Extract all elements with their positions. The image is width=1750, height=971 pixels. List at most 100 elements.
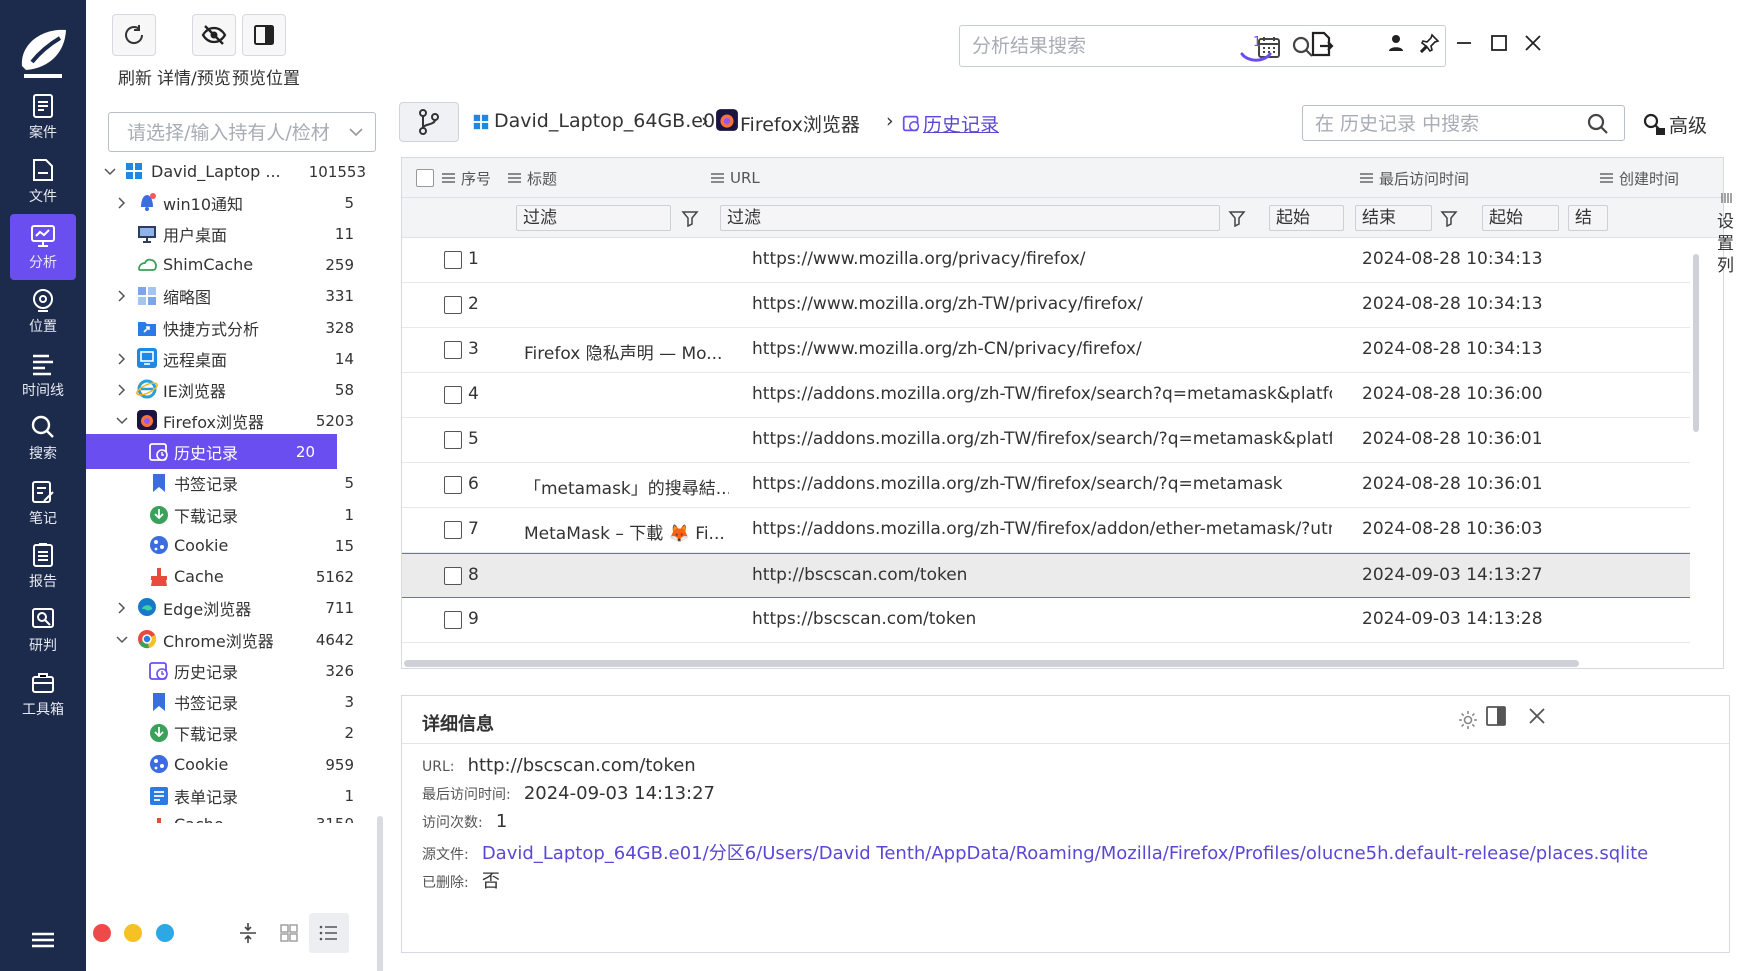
user-icon[interactable] [1383, 30, 1409, 56]
nav-item-timeline[interactable]: 时间线 [10, 342, 76, 408]
preview-position-button[interactable] [242, 14, 286, 56]
status-dot-red[interactable] [93, 924, 111, 942]
created-start-input[interactable] [1482, 205, 1559, 231]
minimize-icon[interactable] [1451, 30, 1477, 56]
source-file-link[interactable]: David_Laptop_64GB.e01/分区6/Users/David Te… [482, 843, 1648, 864]
close-icon[interactable] [1520, 30, 1546, 56]
tree-item-firefox-history[interactable]: 历史记录 20 [86, 434, 337, 469]
status-dot-blue[interactable] [156, 924, 174, 942]
status-dot-yellow[interactable] [124, 924, 142, 942]
menu-icon[interactable] [28, 926, 58, 956]
nav-item-toolbox[interactable]: 工具箱 [10, 661, 76, 727]
table-row[interactable]: 5 https://addons.mozilla.org/zh-TW/firef… [402, 418, 1690, 463]
tree-item-firefox[interactable]: Firefox浏览器 5203 [86, 403, 376, 438]
table-row[interactable]: 3 Firefox 隐私声明 — Mo... https://www.mozil… [402, 328, 1690, 373]
nav-item-analysis[interactable]: 分析 [10, 214, 76, 280]
column-header-url[interactable]: URL [711, 158, 760, 198]
column-header-title[interactable]: 标题 [508, 158, 557, 198]
column-header-created[interactable]: 创建时间 [1600, 158, 1679, 198]
tree-item-device[interactable]: David_Laptop ... 101553 [86, 154, 376, 189]
nav-item-file[interactable]: 文件 [10, 148, 76, 214]
tree-item-chrome-cookie[interactable]: Cookie 959 [86, 747, 376, 782]
tree-item-firefox-bookmarks[interactable]: 书签记录 5 [86, 465, 376, 500]
table-row[interactable]: 6 「metamask」的搜尋結... https://addons.mozil… [402, 463, 1690, 508]
tree-item-win10-notify[interactable]: win10通知 5 [86, 185, 376, 220]
tree-item-desktop[interactable]: 用户桌面 11 [86, 216, 376, 251]
table-horizontal-scrollbar[interactable] [404, 660, 1579, 667]
table-row-selected[interactable]: 8 http://bscscan.com/token 2024-09-03 14… [402, 553, 1690, 598]
column-header-index[interactable]: 序号 [442, 158, 491, 198]
task-progress-indicator[interactable]: 1 [1232, 28, 1280, 68]
tree-item-thumbnail[interactable]: 缩略图 331 [86, 278, 376, 313]
table-search-input[interactable] [1315, 110, 1565, 138]
tree-item-firefox-cache[interactable]: Cache 5162 [86, 559, 376, 594]
tree-item-shortcut[interactable]: 快捷方式分析 328 [86, 310, 376, 345]
grid-view-icon[interactable] [277, 920, 301, 946]
column-header-last-visit[interactable]: 最后访问时间 [1360, 158, 1469, 198]
tree-item-chrome-history[interactable]: 历史记录 326 [86, 653, 376, 688]
tree-item-chrome-bookmarks[interactable]: 书签记录 3 [86, 684, 376, 719]
nav-item-judge[interactable]: 研判 [10, 597, 76, 663]
table-row[interactable]: 1 https://www.mozilla.org/privacy/firefo… [402, 238, 1690, 283]
pin-icon[interactable] [1417, 30, 1443, 56]
maximize-icon[interactable] [1486, 30, 1512, 56]
tree-item-shimcache[interactable]: ShimCache 259 [86, 247, 376, 282]
tree-item-edge[interactable]: Edge浏览器 711 [86, 590, 376, 625]
table-row[interactable]: 2 https://www.mozilla.org/zh-TW/privacy/… [402, 283, 1690, 328]
tree-item-ie[interactable]: IE浏览器 58 [86, 372, 376, 407]
tree-item-firefox-cookie[interactable]: Cookie 15 [86, 528, 376, 563]
row-checkbox[interactable] [444, 521, 462, 539]
tree-item-chrome[interactable]: Chrome浏览器 4642 [86, 622, 376, 657]
collapse-icon[interactable] [236, 920, 260, 946]
nav-item-search[interactable]: 搜索 [10, 405, 76, 471]
column-settings-tab[interactable]: 设 置 列 [1706, 165, 1750, 315]
search-icon[interactable] [1586, 112, 1610, 136]
close-icon[interactable] [1527, 706, 1547, 726]
row-checkbox[interactable] [444, 567, 462, 585]
breadcrumb-browser[interactable]: Firefox浏览器 [740, 110, 860, 137]
split-panel-icon[interactable] [1485, 705, 1507, 727]
gear-icon[interactable] [1457, 709, 1479, 731]
tree-item-chrome-downloads[interactable]: 下载记录 2 [86, 715, 376, 750]
tree-item-remote-desktop[interactable]: 远程桌面 14 [86, 341, 376, 376]
scrollbar-thumb[interactable] [1693, 254, 1699, 432]
row-checkbox[interactable] [444, 386, 462, 404]
nav-item-report[interactable]: 报告 [10, 533, 76, 599]
owner-select-input[interactable] [127, 119, 342, 147]
nav-item-location[interactable]: 位置 [10, 278, 76, 344]
export-icon[interactable] [1305, 28, 1337, 60]
tree-item-firefox-downloads[interactable]: 下载记录 1 [86, 497, 376, 532]
title-filter-input[interactable] [516, 205, 671, 231]
detail-preview-button[interactable] [192, 14, 236, 56]
nav-item-case[interactable]: 案件 [10, 84, 76, 150]
advanced-search-button[interactable]: 高级 [1642, 108, 1742, 140]
row-checkbox[interactable] [444, 296, 462, 314]
breadcrumb-current[interactable]: 历史记录 [923, 110, 999, 137]
created-end-input[interactable] [1568, 205, 1608, 231]
tree-item-chrome-cache[interactable]: Cache 3150 [86, 809, 376, 823]
row-checkbox[interactable] [444, 341, 462, 359]
row-checkbox[interactable] [444, 251, 462, 269]
table-row[interactable]: 7 MetaMask – 下載 🦊 Fi... https://addons.m… [402, 508, 1690, 553]
breadcrumb-device[interactable]: David_Laptop_64GB.e01 [494, 110, 727, 132]
table-vertical-scrollbar[interactable] [1690, 238, 1702, 668]
list-view-icon[interactable] [309, 913, 349, 953]
filter-icon[interactable] [1440, 209, 1458, 227]
row-checkbox[interactable] [444, 431, 462, 449]
tree-scrollbar[interactable] [377, 816, 383, 971]
filter-icon[interactable] [1228, 209, 1246, 227]
last-visit-start-input[interactable] [1269, 205, 1344, 231]
refresh-button[interactable] [112, 14, 156, 56]
table-row[interactable]: 9 https://bscscan.com/token 2024-09-03 1… [402, 598, 1690, 643]
branch-button[interactable] [399, 102, 459, 142]
result-search-input[interactable] [972, 32, 1272, 60]
filter-icon[interactable] [681, 209, 699, 227]
url-filter-input[interactable] [720, 205, 1220, 231]
tree-item-chrome-form[interactable]: 表单记录 1 [86, 778, 376, 813]
owner-select[interactable] [108, 112, 376, 152]
row-checkbox[interactable] [444, 611, 462, 629]
row-checkbox[interactable] [444, 476, 462, 494]
last-visit-end-input[interactable] [1355, 205, 1432, 231]
select-all-checkbox[interactable] [416, 169, 434, 187]
nav-item-notes[interactable]: 笔记 [10, 470, 76, 536]
